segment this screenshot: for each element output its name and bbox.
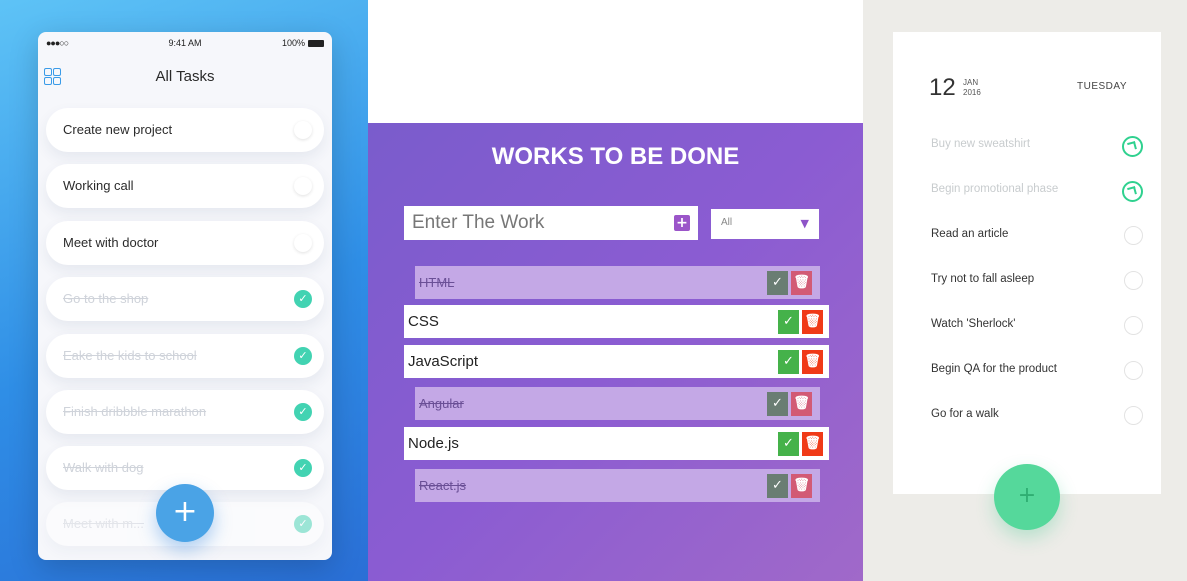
work-row: CSS ✓ 🗑 xyxy=(404,305,829,338)
check-button[interactable]: ✓ xyxy=(767,392,788,416)
checked-icon[interactable] xyxy=(1122,181,1143,202)
task-item[interactable]: Working call xyxy=(46,164,324,208)
page-title: All Tasks xyxy=(155,68,215,85)
filter-value: All xyxy=(721,217,733,228)
task-label: Walk with dog xyxy=(63,460,144,475)
date-month-year: JAN 2016 xyxy=(963,78,981,98)
item-label: Try not to fall asleep xyxy=(931,273,1035,285)
checkbox-icon[interactable] xyxy=(1124,316,1143,335)
task-label: Finish dribbble marathon xyxy=(63,404,207,419)
check-button[interactable]: ✓ xyxy=(767,271,788,295)
list-item[interactable]: Read an article xyxy=(931,226,1143,246)
item-label: Begin QA for the product xyxy=(931,363,1057,375)
list-item[interactable]: Try not to fall asleep xyxy=(931,271,1143,291)
chevron-down-icon: ▼ xyxy=(800,217,809,230)
work-label: Angular xyxy=(419,396,464,411)
item-label: Buy new sweatshirt xyxy=(931,138,1031,150)
list-item[interactable]: Buy new sweatshirt xyxy=(931,136,1143,157)
delete-button[interactable]: 🗑 xyxy=(802,432,823,456)
task-toggle[interactable] xyxy=(294,121,312,139)
task-item[interactable]: Eake the kids to school ✓ xyxy=(46,334,324,378)
task-toggle[interactable] xyxy=(294,234,312,252)
task-label: Go to the shop xyxy=(63,291,149,306)
task-label: Meet with m... xyxy=(63,516,144,531)
check-icon[interactable]: ✓ xyxy=(294,459,312,477)
add-item-button[interactable]: + xyxy=(994,464,1060,530)
add-work-button[interactable]: + xyxy=(674,215,690,231)
task-label: Eake the kids to school xyxy=(63,348,197,363)
date-weekday: TUESDAY xyxy=(1077,81,1127,92)
check-icon[interactable]: ✓ xyxy=(294,290,312,308)
task-item[interactable]: Go to the shop ✓ xyxy=(46,277,324,321)
check-button[interactable]: ✓ xyxy=(778,432,799,456)
checkbox-icon[interactable] xyxy=(1124,361,1143,380)
battery-indicator: 100% xyxy=(282,38,324,48)
page-title: WORKS TO BE DONE xyxy=(491,143,740,170)
status-bar: ●●●○○ 9:41 AM 100% xyxy=(38,38,332,52)
list-item[interactable]: Begin QA for the product xyxy=(931,361,1143,381)
work-row: Angular ✓ 🗑 xyxy=(415,387,820,420)
date-year: 2016 xyxy=(963,88,981,97)
work-row: Node.js ✓ 🗑 xyxy=(404,427,829,460)
check-button[interactable]: ✓ xyxy=(778,310,799,334)
task-item[interactable]: Create new project xyxy=(46,108,324,152)
work-label: HTML xyxy=(419,275,455,290)
work-label: JavaScript xyxy=(408,353,479,370)
list-item[interactable]: Watch 'Sherlock' xyxy=(931,316,1143,336)
work-input[interactable]: Enter The Work + xyxy=(404,206,698,240)
task-item[interactable]: Meet with doctor xyxy=(46,221,324,265)
work-label: Node.js xyxy=(408,435,459,452)
work-label: React.js xyxy=(419,478,466,493)
battery-label: 100% xyxy=(281,38,305,48)
filter-select[interactable]: All ▼ xyxy=(711,209,819,239)
check-button[interactable]: ✓ xyxy=(778,350,799,374)
work-row: JavaScript ✓ 🗑 xyxy=(404,345,829,378)
delete-button[interactable]: 🗑 xyxy=(791,474,812,498)
delete-button[interactable]: 🗑 xyxy=(791,392,812,416)
delete-button[interactable]: 🗑 xyxy=(802,310,823,334)
item-label: Read an article xyxy=(931,228,1009,240)
check-button[interactable]: ✓ xyxy=(767,474,788,498)
work-row: HTML ✓ 🗑 xyxy=(415,266,820,299)
work-row: React.js ✓ 🗑 xyxy=(415,469,820,502)
checkbox-icon[interactable] xyxy=(1124,226,1143,245)
work-label: CSS xyxy=(408,313,439,330)
item-label: Go for a walk xyxy=(931,408,999,420)
delete-button[interactable]: 🗑 xyxy=(802,350,823,374)
checked-icon[interactable] xyxy=(1122,136,1143,157)
check-icon[interactable]: ✓ xyxy=(294,403,312,421)
list-item[interactable]: Begin promotional phase xyxy=(931,181,1143,202)
phone-screen: ●●●○○ 9:41 AM 100% All Tasks Create new … xyxy=(38,32,332,560)
task-label: Create new project xyxy=(63,122,173,137)
checkbox-icon[interactable] xyxy=(1124,406,1143,425)
delete-button[interactable]: 🗑 xyxy=(791,271,812,295)
check-icon[interactable]: ✓ xyxy=(294,347,312,365)
panel-daily-list: 12 JAN 2016 TUESDAY Buy new sweatshirt B… xyxy=(863,0,1187,581)
checkbox-icon[interactable] xyxy=(1124,271,1143,290)
item-label: Watch 'Sherlock' xyxy=(931,318,1016,330)
task-label: Meet with doctor xyxy=(63,235,159,250)
task-label: Working call xyxy=(63,178,134,193)
task-item[interactable]: Finish dribbble marathon ✓ xyxy=(46,390,324,434)
work-input-placeholder: Enter The Work xyxy=(412,212,545,233)
check-icon[interactable]: ✓ xyxy=(294,515,312,533)
item-label: Begin promotional phase xyxy=(931,183,1059,195)
date-day: 12 xyxy=(929,74,956,101)
battery-icon xyxy=(308,40,324,47)
panel-all-tasks: ●●●○○ 9:41 AM 100% All Tasks Create new … xyxy=(0,0,368,581)
task-card: 12 JAN 2016 TUESDAY Buy new sweatshirt B… xyxy=(893,32,1161,530)
panel-works: WORKS TO BE DONE Enter The Work + All ▼ … xyxy=(368,123,863,581)
date-month: JAN xyxy=(963,78,979,87)
list-item[interactable]: Go for a walk xyxy=(931,406,1143,426)
add-task-button[interactable]: + xyxy=(156,484,214,542)
task-toggle[interactable] xyxy=(294,177,312,195)
